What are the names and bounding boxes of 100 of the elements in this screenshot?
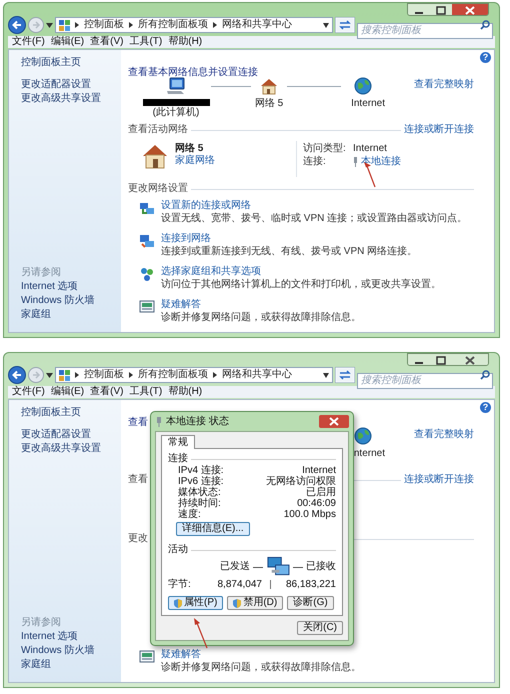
sidebar-link[interactable]: Windows 防火墙 — [21, 294, 121, 308]
history-dropdown-button[interactable] — [46, 372, 53, 378]
breadcrumb-item[interactable]: 控制面板 — [84, 19, 124, 31]
tab[interactable]: 常规 — [161, 435, 195, 449]
sidebar-link[interactable]: 家庭组 — [21, 658, 121, 672]
close-button[interactable] — [319, 415, 349, 428]
menu-item[interactable]: 文件(F) — [12, 386, 45, 398]
sidebar-link[interactable]: 家庭组 — [21, 308, 121, 322]
sidebar-link[interactable]: Windows 防火墙 — [21, 644, 121, 658]
group-title: 活动 — [168, 544, 188, 556]
homegroup-icon — [139, 266, 155, 282]
link[interactable]: 选择家庭组和共享选项 — [161, 266, 441, 278]
field-label: 访问类型: — [303, 143, 347, 155]
section-title: 查看 — [128, 474, 148, 486]
network-setup-icon — [139, 200, 155, 216]
dialog-button[interactable]: 属性(P) — [168, 596, 224, 610]
sidebar-link[interactable]: 更改适配器设置 — [21, 428, 121, 442]
address-field[interactable]: 控制面板 所有控制面板项 网络和共享中心 — [55, 367, 333, 383]
maximize-button[interactable] — [430, 4, 452, 15]
refresh-button[interactable] — [335, 367, 355, 383]
search-field[interactable]: 搜索控制面板 — [357, 22, 493, 38]
dropdown-caret-icon — [323, 372, 329, 378]
minimize-button[interactable] — [408, 4, 430, 15]
link[interactable]: 疑难解答 — [161, 649, 361, 661]
troubleshoot-icon — [139, 299, 155, 315]
shield-icon — [174, 598, 182, 608]
field-label: 媒体状态: — [178, 487, 221, 498]
breadcrumb-item[interactable]: 网络和共享中心 — [222, 369, 292, 381]
help-icon[interactable]: ? — [480, 402, 491, 413]
menu-item[interactable]: 帮助(H) — [168, 386, 202, 398]
activity-label: 已接收 — [306, 561, 336, 573]
sidebar-link[interactable]: Internet 选项 — [21, 630, 121, 644]
menu-item[interactable]: 帮助(H) — [168, 36, 202, 48]
sidebar-link[interactable]: Internet 选项 — [21, 280, 121, 294]
breadcrumb-item[interactable]: 所有控制面板项 — [138, 19, 208, 31]
globe-icon — [354, 77, 372, 95]
dropdown-caret-icon — [323, 22, 329, 28]
section-title: 更改网络设置 — [128, 183, 188, 195]
link[interactable]: 设置新的连接或网络 — [161, 200, 468, 212]
dialog-button[interactable]: 诊断(G) — [287, 596, 334, 610]
breadcrumb-item[interactable]: 控制面板 — [84, 369, 124, 381]
field-value: 已启用 — [306, 487, 336, 498]
node-label: (此计算机) — [152, 107, 200, 119]
breadcrumb-item[interactable]: 网络和共享中心 — [222, 19, 292, 31]
field-value: 无网络访问权限 — [266, 476, 336, 487]
menu-item[interactable]: 文件(F) — [12, 36, 45, 48]
page-title: 查看基本网络信息并设置连接 — [128, 67, 258, 78]
node-label: 网络 5 — [254, 98, 284, 110]
field-label: 持续时间: — [178, 498, 221, 509]
menu-item[interactable]: 查看(V) — [90, 386, 124, 398]
sidebar-heading: 另请参阅 — [21, 266, 62, 280]
history-dropdown-button[interactable] — [46, 22, 53, 28]
back-button[interactable] — [8, 16, 26, 34]
menu-item[interactable]: 工具(T) — [129, 386, 162, 398]
refresh-button[interactable] — [335, 17, 355, 33]
section-title: 更改 — [128, 533, 148, 545]
close-button[interactable] — [452, 4, 488, 15]
link[interactable]: 疑难解答 — [161, 299, 361, 311]
search-field[interactable]: 搜索控制面板 — [357, 372, 493, 388]
node-label: nternet — [354, 448, 385, 460]
sidebar-link[interactable]: 控制面板主页 — [21, 56, 121, 70]
field-value: 100.0 Mbps — [284, 509, 336, 520]
task-description: 设置无线、宽带、拨号、临时或 VPN 连接；或设置路由器或访问点。 — [161, 212, 468, 225]
menu-item[interactable]: 查看(V) — [90, 36, 124, 48]
back-button[interactable] — [8, 366, 26, 384]
node-label: Internet — [351, 98, 385, 110]
search-icon — [480, 370, 490, 380]
link[interactable]: 查看完整映射 — [414, 429, 474, 441]
search-icon — [480, 20, 490, 30]
address-field[interactable]: 控制面板 所有控制面板项 网络和共享中心 — [55, 17, 333, 33]
section-title: 查看活动网络 — [128, 124, 188, 136]
sidebar-link[interactable]: 更改适配器设置 — [21, 78, 121, 92]
details-button[interactable]: 详细信息(E)... — [176, 522, 250, 536]
network-computers-icon — [266, 556, 290, 578]
menu-item[interactable]: 工具(T) — [129, 36, 162, 48]
menu-item[interactable]: 编辑(E) — [50, 386, 84, 398]
sidebar-heading: 另请参阅 — [21, 616, 62, 630]
link[interactable]: 连接或断开连接 — [404, 474, 474, 486]
field-label: IPv4 连接: — [178, 465, 224, 476]
breadcrumb-item[interactable]: 所有控制面板项 — [138, 369, 208, 381]
close-button[interactable] — [452, 354, 488, 365]
sidebar-link[interactable]: 更改高级共享设置 — [21, 92, 121, 106]
chevron-icon — [75, 372, 79, 378]
sidebar-link[interactable]: 控制面板主页 — [21, 406, 121, 420]
shield-icon — [233, 598, 242, 608]
network-name: 网络 5 — [175, 143, 204, 154]
field-value: 8,874,047 — [216, 578, 262, 590]
help-icon[interactable]: ? — [480, 52, 491, 63]
close-dialog-button[interactable]: 关闭(C) — [297, 621, 343, 635]
field-label: 字节: — [168, 578, 192, 590]
link[interactable]: 查看完整映射 — [414, 79, 474, 91]
link[interactable]: 连接或断开连接 — [404, 124, 474, 136]
chevron-icon — [129, 372, 133, 378]
sidebar-link[interactable]: 更改高级共享设置 — [21, 442, 121, 456]
link[interactable]: 家庭网络 — [175, 155, 215, 167]
dialog-button[interactable]: 禁用(D) — [227, 596, 284, 610]
minimize-button[interactable] — [408, 354, 430, 365]
link[interactable]: 连接到网络 — [161, 233, 418, 245]
field-value: 00:46:09 — [297, 498, 336, 509]
menu-item[interactable]: 编辑(E) — [50, 36, 84, 48]
